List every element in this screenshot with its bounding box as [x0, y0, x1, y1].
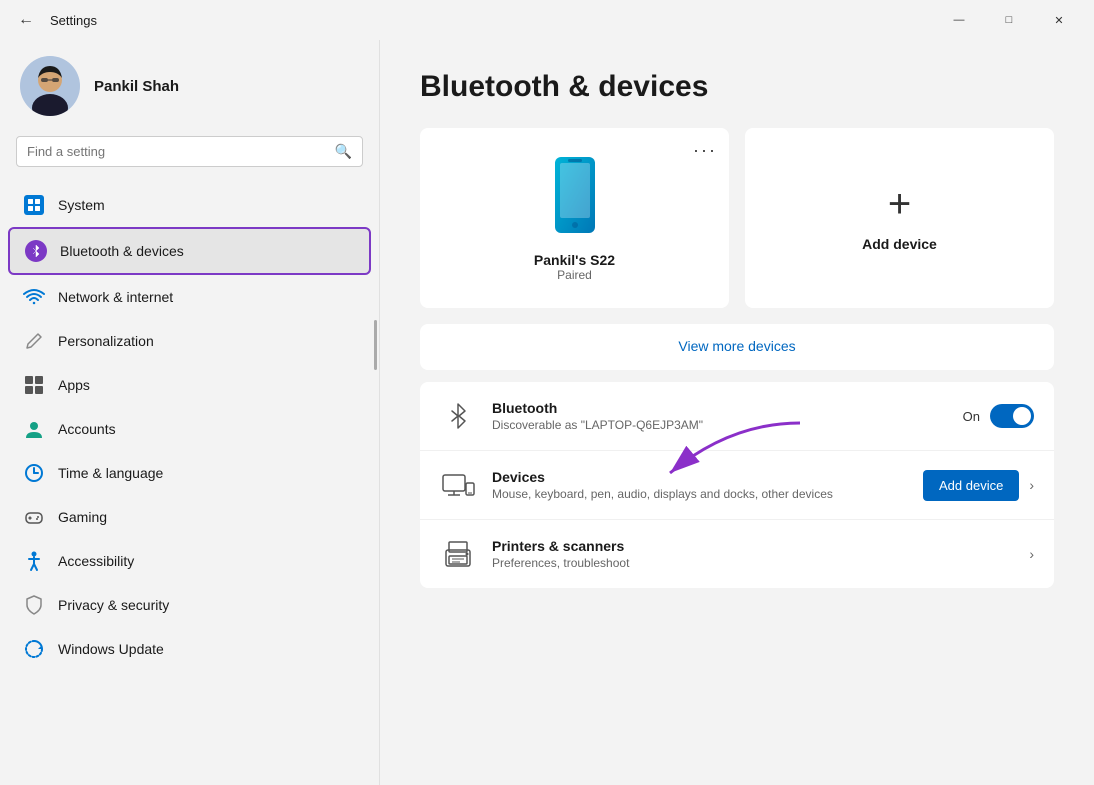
personalization-icon	[22, 329, 46, 353]
network-icon	[22, 285, 46, 309]
add-device-card[interactable]: + Add device	[745, 128, 1054, 308]
devices-chevron: ›	[1029, 477, 1034, 493]
search-box[interactable]: 🔍	[16, 136, 363, 167]
device-name: Pankil's S22	[534, 252, 615, 268]
bluetooth-icon	[24, 239, 48, 263]
search-input[interactable]	[27, 144, 327, 159]
bluetooth-title: Bluetooth	[492, 400, 947, 416]
time-icon	[22, 461, 46, 485]
privacy-icon	[22, 593, 46, 617]
sidebar-item-gaming-label: Gaming	[58, 509, 107, 525]
app-body: Pankil Shah 🔍 System	[0, 40, 1094, 785]
user-name: Pankil Shah	[94, 78, 179, 95]
back-button[interactable]: ←	[12, 7, 40, 33]
sidebar-item-system-label: System	[58, 197, 105, 213]
sidebar-item-bluetooth-label: Bluetooth & devices	[60, 243, 184, 259]
search-icon: 🔍	[335, 143, 352, 160]
accounts-icon	[22, 417, 46, 441]
device-more-button[interactable]: ···	[693, 140, 717, 161]
devices-subtitle: Mouse, keyboard, pen, audio, displays an…	[492, 487, 907, 501]
nav-list: System Bluetooth & devices	[0, 183, 379, 671]
sidebar-item-privacy-label: Privacy & security	[58, 597, 169, 613]
gaming-icon	[22, 505, 46, 529]
system-icon	[22, 193, 46, 217]
add-device-label: Add device	[862, 236, 937, 252]
window-controls: — □ ✕	[936, 4, 1082, 36]
bluetooth-subtitle: Discoverable as "LAPTOP-Q6EJP3AM"	[492, 418, 947, 432]
printers-title: Printers & scanners	[492, 538, 1013, 554]
sidebar-item-accounts[interactable]: Accounts	[8, 407, 371, 451]
title-bar: ← Settings — □ ✕	[0, 0, 1094, 40]
sidebar: Pankil Shah 🔍 System	[0, 40, 380, 785]
bluetooth-toggle-label: On	[963, 409, 980, 424]
sidebar-item-personalization-label: Personalization	[58, 333, 154, 349]
sidebar-item-apps-label: Apps	[58, 377, 90, 393]
minimize-button[interactable]: —	[936, 4, 982, 36]
printers-row[interactable]: Printers & scanners Preferences, trouble…	[420, 520, 1054, 588]
phone-icon	[550, 155, 600, 240]
devices-title-text: Devices	[492, 469, 545, 485]
devices-row[interactable]: Devices Mouse, keyboard, pen, audio, dis…	[420, 451, 1054, 520]
maximize-button[interactable]: □	[986, 4, 1032, 36]
update-icon	[22, 637, 46, 661]
sidebar-item-accessibility[interactable]: Accessibility	[8, 539, 371, 583]
sidebar-item-accessibility-label: Accessibility	[58, 553, 134, 569]
devices-row-icon	[440, 467, 476, 503]
sidebar-item-personalization[interactable]: Personalization	[8, 319, 371, 363]
sidebar-item-accounts-label: Accounts	[58, 421, 116, 437]
scroll-indicator	[374, 320, 377, 370]
sidebar-item-network[interactable]: Network & internet	[8, 275, 371, 319]
apps-icon	[22, 373, 46, 397]
add-icon: +	[888, 184, 911, 224]
bluetooth-toggle[interactable]	[990, 404, 1034, 428]
sidebar-item-bluetooth[interactable]: Bluetooth & devices	[8, 227, 371, 275]
sidebar-item-time[interactable]: Time & language	[8, 451, 371, 495]
devices-row-text: Devices Mouse, keyboard, pen, audio, dis…	[492, 469, 907, 501]
bluetooth-row-icon	[440, 398, 476, 434]
devices-row-right: Add device ›	[923, 470, 1034, 501]
app-title: Settings	[50, 13, 97, 28]
printers-row-icon	[440, 536, 476, 572]
avatar	[20, 56, 80, 116]
user-profile: Pankil Shah	[0, 40, 379, 136]
paired-device-card[interactable]: ···	[420, 128, 729, 308]
bluetooth-row[interactable]: Bluetooth Discoverable as "LAPTOP-Q6EJP3…	[420, 382, 1054, 451]
sidebar-item-update[interactable]: Windows Update	[8, 627, 371, 671]
printers-row-right: ›	[1029, 546, 1034, 562]
printers-row-text: Printers & scanners Preferences, trouble…	[492, 538, 1013, 570]
close-button[interactable]: ✕	[1036, 4, 1082, 36]
sidebar-item-gaming[interactable]: Gaming	[8, 495, 371, 539]
view-more-row[interactable]: View more devices	[420, 324, 1054, 370]
main-content: Bluetooth & devices ···	[380, 40, 1094, 785]
sidebar-item-network-label: Network & internet	[58, 289, 173, 305]
device-status: Paired	[557, 268, 592, 282]
sidebar-item-apps[interactable]: Apps	[8, 363, 371, 407]
settings-card: Bluetooth Discoverable as "LAPTOP-Q6EJP3…	[420, 382, 1054, 588]
printers-subtitle: Preferences, troubleshoot	[492, 556, 1013, 570]
sidebar-item-time-label: Time & language	[58, 465, 163, 481]
sidebar-item-update-label: Windows Update	[58, 641, 164, 657]
page-title: Bluetooth & devices	[420, 70, 1054, 104]
view-more-link[interactable]: View more devices	[678, 338, 795, 354]
sidebar-item-privacy[interactable]: Privacy & security	[8, 583, 371, 627]
accessibility-icon	[22, 549, 46, 573]
devices-grid: ···	[420, 128, 1054, 308]
bluetooth-row-text: Bluetooth Discoverable as "LAPTOP-Q6EJP3…	[492, 400, 947, 432]
devices-title: Devices	[492, 469, 907, 485]
sidebar-item-system[interactable]: System	[8, 183, 371, 227]
add-device-button[interactable]: Add device	[923, 470, 1019, 501]
printers-chevron: ›	[1029, 546, 1034, 562]
bluetooth-toggle-area: On	[963, 404, 1034, 428]
